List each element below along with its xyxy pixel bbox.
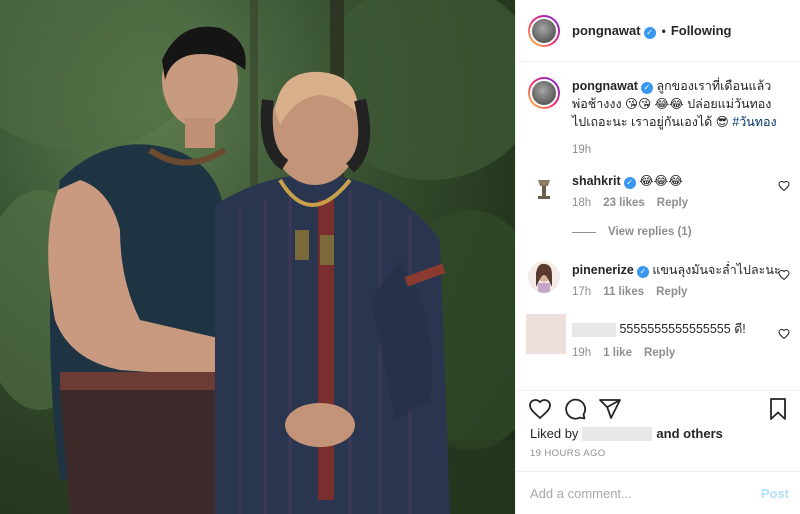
verified-badge-icon: ✓ — [643, 26, 656, 39]
post-actions: Liked by and others 19 HOURS AGO Add a c… — [516, 390, 800, 514]
photo-illustration — [0, 0, 515, 514]
author-avatar[interactable] — [528, 14, 560, 47]
author-username[interactable]: pongnawat ✓ — [572, 23, 656, 39]
liked-by[interactable]: Liked by and others — [530, 426, 723, 441]
following-button[interactable]: Following — [671, 23, 732, 38]
comment-likes[interactable]: 11 likes — [603, 286, 644, 298]
comment-avatar[interactable] — [528, 172, 560, 204]
comment-item: 5555555555555555 ดี! 19h 1 like Reply — [526, 314, 790, 374]
liked-by-prefix: Liked by — [530, 426, 579, 441]
post-photo[interactable] — [0, 0, 515, 514]
post-timestamp: 19 HOURS AGO — [530, 448, 606, 459]
comment-item: shahkrit ✓ 😂😂😂 18h 23 likes Reply — [528, 172, 790, 222]
verified-badge-icon: ✓ — [623, 177, 636, 189]
post-side-panel: pongnawat ✓ • Following pongnawat ✓ ลูกของ… — [515, 0, 800, 514]
comment-input[interactable]: Add a comment... — [530, 486, 632, 501]
like-comment-heart-icon[interactable] — [778, 269, 790, 281]
comment-avatar[interactable] — [528, 261, 560, 293]
instagram-post-modal: pongnawat ✓ • Following pongnawat ✓ ลูกของ… — [0, 0, 800, 514]
reply-button[interactable]: Reply — [657, 197, 688, 209]
comment-icon[interactable] — [563, 397, 587, 421]
comment-text: 😂😂😂 — [639, 174, 683, 188]
comments-list[interactable]: pongnawat ✓ ลูกของเราที่เดือนแล้ว พ่อช้าง… — [516, 62, 800, 390]
comment-time: 19h — [572, 347, 592, 359]
caption-username[interactable]: pongnawat — [572, 79, 638, 93]
comment-text: แขนลุงมันจะล่ำไปละนะ — [652, 263, 781, 277]
comment-item: pinenerize ✓ แขนลุงมันจะล่ำไปละนะ 17h 11 l… — [528, 261, 790, 311]
share-icon[interactable] — [598, 397, 622, 421]
comment-likes[interactable]: 1 like — [603, 347, 632, 359]
like-comment-heart-icon[interactable] — [778, 180, 790, 192]
verified-badge-icon: ✓ — [636, 266, 649, 278]
heart-icon[interactable] — [528, 397, 552, 421]
comment-username[interactable]: pinenerize — [572, 263, 634, 277]
view-replies-link[interactable]: View replies (1) — [572, 226, 692, 238]
redacted-liker — [582, 426, 653, 441]
liked-by-others[interactable]: and others — [656, 426, 722, 441]
bookmark-icon[interactable] — [766, 397, 790, 421]
comment-text: 5555555555555555 ดี! — [619, 322, 746, 336]
reply-button[interactable]: Reply — [644, 347, 675, 359]
separator-dot: • — [661, 23, 666, 38]
redacted-username — [572, 322, 616, 337]
verified-badge-icon: ✓ — [640, 82, 653, 94]
caption: pongnawat ✓ ลูกของเราที่เดือนแล้ว พ่อช้าง… — [528, 77, 790, 157]
comment-username[interactable]: shahkrit — [572, 174, 621, 188]
hashtag-link[interactable]: #วันทอง — [732, 115, 776, 129]
comment-likes[interactable]: 23 likes — [603, 197, 645, 209]
add-comment-bar: Add a comment... Post — [516, 471, 800, 514]
caption-avatar[interactable] — [528, 77, 560, 109]
caption-time: 19h — [572, 144, 592, 156]
reply-button[interactable]: Reply — [656, 286, 687, 298]
post-header: pongnawat ✓ • Following — [516, 0, 800, 62]
post-comment-button[interactable]: Post — [761, 486, 789, 501]
comment-time: 17h — [572, 286, 592, 298]
redacted-avatar — [526, 314, 566, 354]
comment-time: 18h — [572, 197, 592, 209]
like-comment-heart-icon[interactable] — [778, 328, 790, 340]
